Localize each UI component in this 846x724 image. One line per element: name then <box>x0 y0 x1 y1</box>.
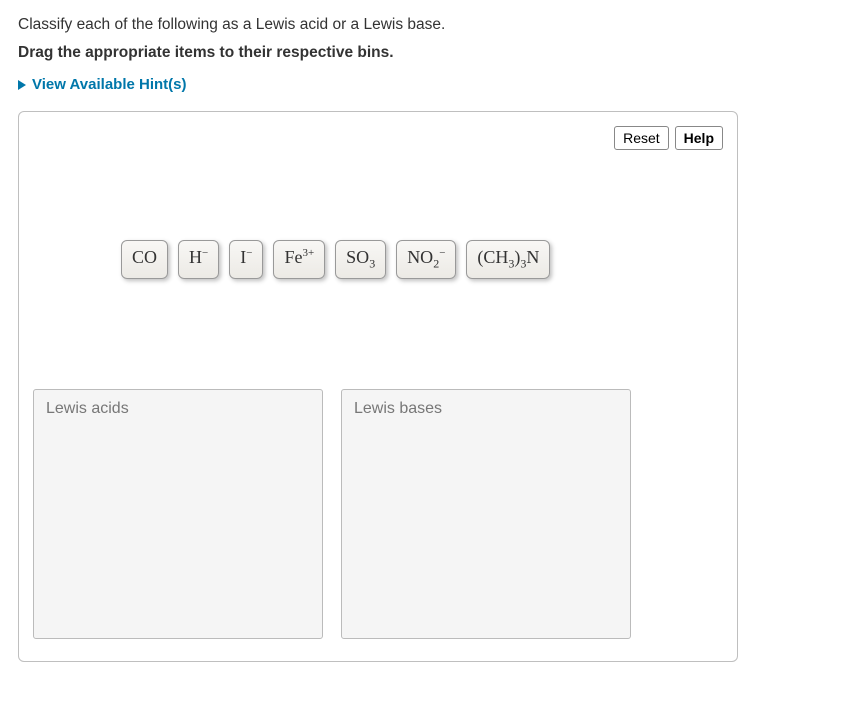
panel-top-buttons: Reset Help <box>33 126 723 150</box>
view-hints-toggle[interactable]: View Available Hint(s) <box>18 76 187 93</box>
drag-instruction: Drag the appropriate items to their resp… <box>18 44 828 62</box>
chip-ch3-3-n[interactable]: (CH3)3N <box>466 240 550 279</box>
chip-i-minus[interactable]: I− <box>229 240 263 279</box>
question-text: Classify each of the following as a Lewi… <box>18 16 828 34</box>
bins-row: Lewis acids Lewis bases <box>33 389 723 639</box>
chip-co[interactable]: CO <box>121 240 168 279</box>
bin-lewis-bases[interactable]: Lewis bases <box>341 389 631 639</box>
hints-label: View Available Hint(s) <box>32 76 187 93</box>
chip-h-minus[interactable]: H− <box>178 240 219 279</box>
chip-so3[interactable]: SO3 <box>335 240 386 279</box>
bin-lewis-acids[interactable]: Lewis acids <box>33 389 323 639</box>
bin-label-bases: Lewis bases <box>354 400 618 418</box>
bin-label-acids: Lewis acids <box>46 400 310 418</box>
chip-no2-minus[interactable]: NO2− <box>396 240 456 279</box>
chevron-right-icon <box>18 80 26 90</box>
draggable-items-row: CO H− I− Fe3+ SO3 NO2− (CH3)3N <box>121 240 723 279</box>
sorting-panel: Reset Help CO H− I− Fe3+ SO3 NO2− (CH3)3… <box>18 111 738 662</box>
help-button[interactable]: Help <box>675 126 723 150</box>
chip-fe3-plus[interactable]: Fe3+ <box>273 240 325 279</box>
reset-button[interactable]: Reset <box>614 126 669 150</box>
